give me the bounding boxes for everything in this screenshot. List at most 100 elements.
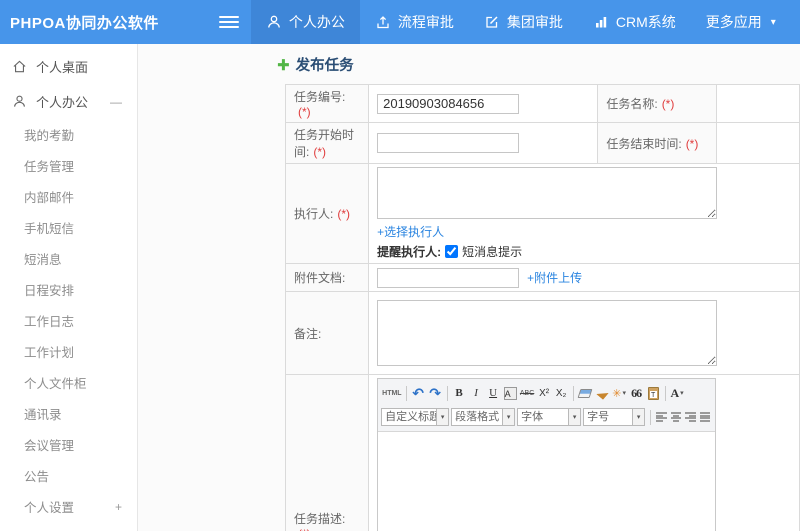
collapse-icon[interactable]: — [110, 95, 122, 109]
rich-text-editor: HTML ↶ ↷ B I U A ABC X² X₂ ✳ ▾ 66 T A ▾ … [377, 378, 717, 531]
required-mark: (*) [298, 105, 311, 119]
redo-button[interactable]: ↷ [427, 383, 444, 403]
bar-chart-icon [593, 14, 609, 30]
align-justify-button[interactable] [699, 411, 711, 423]
sms-remind-checkbox[interactable] [445, 245, 459, 258]
sidebar-item-meeting-management[interactable]: 会议管理 [0, 429, 137, 460]
start-time-label-cell: 任务开始时间: (*) [284, 122, 370, 164]
start-time-input[interactable] [377, 133, 520, 153]
sidebar-item-announcement[interactable]: 公告 [0, 460, 137, 491]
end-time-cell [715, 122, 800, 164]
eraser-button[interactable] [577, 383, 594, 403]
task-form: 任务编号:(*) 任务名称:(*) 任务开始时间:(*) 任务结束时间 [284, 84, 800, 531]
editor-toolbar: HTML ↶ ↷ B I U A ABC X² X₂ ✳ ▾ 66 T A ▾ … [378, 379, 716, 432]
underline-button[interactable]: U [485, 383, 502, 403]
align-left-button[interactable] [656, 411, 667, 423]
nav-crm-system[interactable]: CRM系统 [578, 0, 691, 44]
sidebar-item-internal-mail[interactable]: 内部邮件 [0, 181, 137, 212]
sidebar-item-work-log[interactable]: 工作日志 [0, 305, 137, 336]
chevron-down-icon[interactable]: ▾ [633, 408, 646, 426]
top-navbar: PHPOA协同办公软件 个人办公 流程审批 集团审批 CRM系统 更多应用 ▾ [0, 0, 800, 44]
chevron-down-icon: ▾ [680, 390, 684, 397]
executor-label-cell: 执行人: (*) [284, 163, 370, 264]
sidebar-item-work-plan[interactable]: 工作计划 [0, 336, 137, 367]
nav-workflow-approval[interactable]: 流程审批 [360, 0, 469, 44]
sidebar: 个人桌面 个人办公 — 我的考勤 任务管理 内部邮件 手机短信 短消息 日程安排… [0, 44, 138, 531]
sms-remind-option-label: 短消息提示 [462, 245, 523, 259]
sidebar-item-personal-files[interactable]: 个人文件柜 [0, 367, 137, 398]
editor-content-area[interactable] [378, 432, 716, 531]
sidebar-item-personal-desktop[interactable]: 个人桌面 [0, 49, 137, 84]
paragraph-format-dropdown[interactable]: 段落格式 ▾ [451, 408, 516, 426]
custom-title-dropdown[interactable]: 自定义标题 ▾ [381, 408, 450, 426]
remark-label-cell: 备注: [284, 291, 370, 375]
required-mark: (*) [685, 136, 699, 151]
edit-icon [484, 14, 500, 30]
menu-toggle-icon[interactable] [218, 0, 239, 44]
html-source-button[interactable]: HTML [381, 383, 402, 403]
font-family-dropdown[interactable]: 字体 ▾ [517, 408, 582, 426]
font-style-icon[interactable]: A [503, 386, 517, 400]
description-label-cell: 任务描述:(*) [284, 374, 370, 531]
align-center-button[interactable] [670, 411, 682, 423]
remark-cell [368, 291, 800, 375]
task-number-label-cell: 任务编号:(*) [284, 84, 370, 123]
align-right-button[interactable] [685, 411, 696, 423]
strikethrough-button[interactable]: ABC [519, 383, 536, 403]
chevron-down-icon[interactable]: ▾ [437, 408, 450, 426]
blockquote-button[interactable]: 66 [628, 383, 645, 403]
chevron-down-icon: ▾ [770, 16, 776, 28]
format-brush-button[interactable] [594, 383, 611, 403]
sidebar-item-short-message[interactable]: 短消息 [0, 243, 137, 274]
paste-text-button[interactable]: T [645, 383, 662, 403]
nav-label: 个人办公 [288, 14, 345, 30]
nav-group-approval[interactable]: 集团审批 [469, 0, 578, 44]
task-name-label-cell: 任务名称: (*) [597, 84, 717, 123]
user-icon [266, 14, 282, 30]
sidebar-item-mobile-sms[interactable]: 手机短信 [0, 212, 137, 243]
sidebar-item-contacts[interactable]: 通讯录 [0, 398, 137, 429]
required-mark: (*) [661, 97, 675, 111]
page-title: 发布任务 [295, 58, 354, 74]
sidebar-item-schedule[interactable]: 日程安排 [0, 274, 137, 305]
undo-button[interactable]: ↶ [410, 383, 427, 403]
chevron-down-icon[interactable]: ▾ [503, 408, 516, 426]
required-mark: (*) [298, 527, 311, 531]
sidebar-item-personal-settings[interactable]: 个人设置 + [0, 491, 137, 522]
expand-icon[interactable]: + [115, 500, 122, 514]
subscript-button[interactable]: X₂ [553, 383, 570, 403]
magic-icon: ✳ [612, 387, 622, 400]
executor-textarea[interactable] [377, 167, 718, 219]
chevron-down-icon[interactable]: ▾ [569, 408, 582, 426]
remark-textarea[interactable] [377, 300, 718, 366]
font-size-dropdown[interactable]: 字号 ▾ [583, 408, 646, 426]
task-number-input[interactable] [377, 93, 520, 114]
italic-button[interactable]: I [468, 383, 485, 403]
attachment-cell: +附件上传 [368, 263, 800, 292]
eraser-icon [577, 388, 593, 398]
bold-button[interactable]: B [451, 383, 468, 403]
sidebar-item-notice[interactable]: 通知 [0, 522, 137, 531]
superscript-button[interactable]: X² [536, 383, 553, 403]
sidebar-item-task-management[interactable]: 任务管理 [0, 150, 137, 181]
brush-icon [595, 386, 609, 400]
attachment-input[interactable] [377, 267, 520, 288]
page-header: ✚ 发布任务 [277, 54, 800, 75]
remind-executor-label: 提醒执行人: [377, 245, 442, 259]
nav-label: 集团审批 [506, 14, 563, 30]
sidebar-item-my-attendance[interactable]: 我的考勤 [0, 119, 137, 150]
chevron-down-icon: ▾ [622, 390, 626, 397]
attachment-upload-link[interactable]: +附件上传 [527, 269, 582, 286]
nav-personal-office[interactable]: 个人办公 [250, 0, 360, 44]
auto-typeset-button[interactable]: ✳ ▾ [611, 383, 628, 403]
nav-label: 流程审批 [397, 14, 454, 30]
nav-more-apps[interactable]: 更多应用 ▾ [691, 0, 791, 44]
task-number-cell [368, 84, 599, 123]
description-cell: HTML ↶ ↷ B I U A ABC X² X₂ ✳ ▾ 66 T A ▾ … [368, 374, 800, 531]
font-color-button[interactable]: A ▾ [669, 383, 686, 403]
sidebar-item-personal-office[interactable]: 个人办公 — [0, 84, 137, 119]
app-logo: PHPOA协同办公软件 [10, 14, 159, 32]
sidebar-item-label: 个人办公 [36, 95, 89, 110]
select-executor-link[interactable]: +选择执行人 [377, 225, 444, 239]
required-mark: (*) [313, 145, 327, 159]
